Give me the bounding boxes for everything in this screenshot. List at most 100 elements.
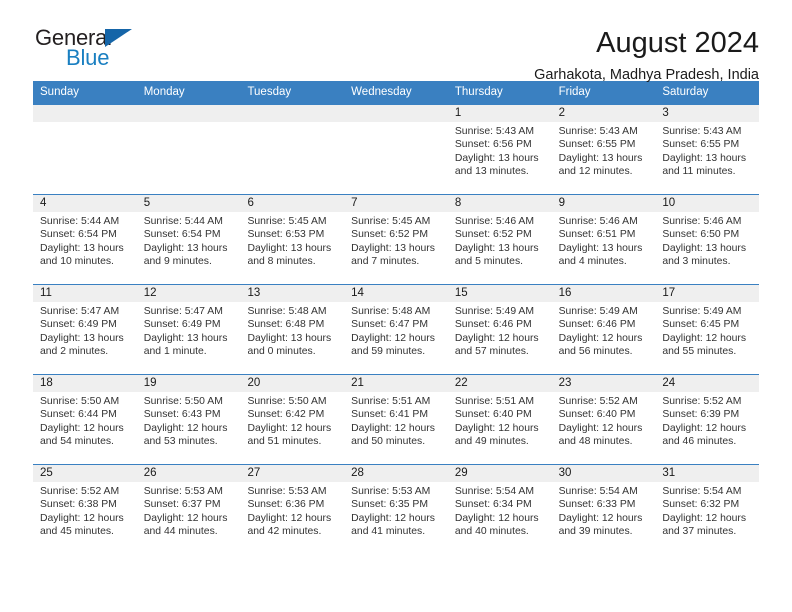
sunset-text: Sunset: 6:32 PM (662, 499, 740, 511)
day-details: Sunrise: 5:53 AM Sunset: 6:36 PM Dayligh… (240, 482, 344, 539)
day-cell[interactable]: 18 Sunrise: 5:50 AM Sunset: 6:44 PM Dayl… (33, 375, 137, 464)
day-cell[interactable] (33, 105, 137, 194)
day-cell[interactable]: 14 Sunrise: 5:48 AM Sunset: 6:47 PM Dayl… (344, 285, 448, 374)
day-cell[interactable] (240, 105, 345, 194)
daylight-text-line2: and 59 minutes. (351, 346, 426, 358)
day-number: 30 (551, 465, 656, 482)
daylight-text-line2: and 13 minutes. (454, 166, 529, 178)
daylight-text-line1: Daylight: 13 hours (662, 152, 747, 164)
day-cell[interactable] (136, 105, 241, 194)
day-cell[interactable]: 16 Sunrise: 5:49 AM Sunset: 6:46 PM Dayl… (551, 285, 656, 374)
sunrise-text: Sunrise: 5:45 AM (247, 216, 327, 227)
day-details: Sunrise: 5:53 AM Sunset: 6:37 PM Dayligh… (137, 482, 241, 539)
day-cell[interactable]: 24 Sunrise: 5:52 AM Sunset: 6:39 PM Dayl… (655, 375, 760, 464)
calendar-page: General Blue August 2024 Garhakota, Madh… (0, 0, 792, 612)
day-cell[interactable]: 19 Sunrise: 5:50 AM Sunset: 6:43 PM Dayl… (136, 375, 241, 464)
sunset-text: Sunset: 6:42 PM (247, 409, 325, 421)
daylight-text-line2: and 51 minutes. (247, 436, 322, 448)
daylight-text-line2: and 3 minutes. (662, 256, 731, 268)
sunset-text: Sunset: 6:41 PM (351, 409, 428, 421)
day-details: Sunrise: 5:54 AM Sunset: 6:32 PM Dayligh… (655, 482, 759, 539)
day-cell[interactable]: 12 Sunrise: 5:47 AM Sunset: 6:49 PM Dayl… (136, 285, 241, 374)
sunset-text: Sunset: 6:35 PM (351, 499, 428, 511)
sunset-text: Sunset: 6:33 PM (558, 499, 636, 511)
day-cell[interactable]: 9 Sunrise: 5:46 AM Sunset: 6:51 PM Dayli… (551, 195, 656, 284)
sunset-text: Sunset: 6:48 PM (247, 319, 325, 331)
day-number (240, 105, 345, 122)
day-cell[interactable]: 27 Sunrise: 5:53 AM Sunset: 6:36 PM Dayl… (240, 465, 345, 554)
day-cell[interactable]: 1 Sunrise: 5:43 AM Sunset: 6:56 PM Dayli… (447, 105, 552, 194)
day-number: 14 (344, 285, 448, 302)
day-details: Sunrise: 5:45 AM Sunset: 6:53 PM Dayligh… (240, 212, 344, 269)
day-cell[interactable]: 21 Sunrise: 5:51 AM Sunset: 6:41 PM Dayl… (344, 375, 448, 464)
day-cell[interactable]: 8 Sunrise: 5:46 AM Sunset: 6:52 PM Dayli… (447, 195, 552, 284)
day-cell[interactable]: 2 Sunrise: 5:43 AM Sunset: 6:55 PM Dayli… (551, 105, 656, 194)
day-cell[interactable]: 3 Sunrise: 5:43 AM Sunset: 6:55 PM Dayli… (655, 105, 760, 194)
daylight-text-line2: and 54 minutes. (40, 436, 114, 448)
sunrise-text: Sunrise: 5:54 AM (558, 486, 638, 497)
brand-triangle-icon (105, 29, 132, 47)
daylight-text-line1: Daylight: 12 hours (558, 422, 643, 434)
sunrise-text: Sunrise: 5:48 AM (351, 306, 431, 317)
day-number: 6 (240, 195, 345, 212)
weekday-header-thursday: Thursday (454, 86, 503, 98)
sunset-text: Sunset: 6:34 PM (454, 499, 532, 511)
sunrise-text: Sunrise: 5:49 AM (662, 306, 742, 317)
day-number: 24 (655, 375, 760, 392)
daylight-text-line2: and 40 minutes. (454, 526, 529, 538)
daylight-text-line2: and 7 minutes. (351, 256, 420, 268)
daylight-text-line1: Daylight: 13 hours (247, 242, 332, 254)
day-cell[interactable]: 10 Sunrise: 5:46 AM Sunset: 6:50 PM Dayl… (655, 195, 760, 284)
day-cell[interactable]: 13 Sunrise: 5:48 AM Sunset: 6:48 PM Dayl… (240, 285, 345, 374)
day-cell[interactable]: 22 Sunrise: 5:51 AM Sunset: 6:40 PM Dayl… (447, 375, 552, 464)
weekday-header-sunday: Sunday (40, 86, 80, 98)
sunrise-text: Sunrise: 5:51 AM (454, 396, 535, 407)
day-cell[interactable]: 26 Sunrise: 5:53 AM Sunset: 6:37 PM Dayl… (136, 465, 241, 554)
daylight-text-line2: and 39 minutes. (558, 526, 633, 538)
day-details: Sunrise: 5:46 AM Sunset: 6:52 PM Dayligh… (448, 212, 552, 269)
day-cell[interactable]: 4 Sunrise: 5:44 AM Sunset: 6:54 PM Dayli… (33, 195, 137, 284)
day-cell[interactable]: 11 Sunrise: 5:47 AM Sunset: 6:49 PM Dayl… (33, 285, 137, 374)
day-cell[interactable] (344, 105, 448, 194)
day-details (344, 122, 448, 125)
day-cell[interactable]: 20 Sunrise: 5:50 AM Sunset: 6:42 PM Dayl… (240, 375, 345, 464)
daylight-text-line2: and 11 minutes. (662, 166, 736, 178)
day-cell[interactable]: 17 Sunrise: 5:49 AM Sunset: 6:45 PM Dayl… (655, 285, 760, 374)
daylight-text-line1: Daylight: 13 hours (454, 242, 539, 254)
daylight-text-line2: and 53 minutes. (143, 436, 218, 448)
day-cell[interactable]: 23 Sunrise: 5:52 AM Sunset: 6:40 PM Dayl… (551, 375, 656, 464)
day-number: 31 (655, 465, 760, 482)
day-number: 8 (447, 195, 552, 212)
daylight-text-line1: Daylight: 12 hours (40, 512, 124, 524)
daylight-text-line1: Daylight: 12 hours (454, 512, 539, 524)
day-details: Sunrise: 5:47 AM Sunset: 6:49 PM Dayligh… (137, 302, 241, 359)
day-cell[interactable]: 25 Sunrise: 5:52 AM Sunset: 6:38 PM Dayl… (33, 465, 137, 554)
day-details: Sunrise: 5:52 AM Sunset: 6:40 PM Dayligh… (552, 392, 656, 449)
daylight-text-line1: Daylight: 12 hours (558, 332, 643, 344)
sunrise-text: Sunrise: 5:44 AM (40, 216, 120, 227)
title-block: August 2024 Garhakota, Madhya Pradesh, I… (534, 26, 759, 85)
sunset-text: Sunset: 6:54 PM (143, 229, 221, 241)
day-cell[interactable]: 31 Sunrise: 5:54 AM Sunset: 6:32 PM Dayl… (655, 465, 760, 554)
day-details: Sunrise: 5:43 AM Sunset: 6:56 PM Dayligh… (448, 122, 552, 179)
brand-logo-blue-text: Blue (66, 45, 110, 70)
daylight-text-line1: Daylight: 12 hours (558, 512, 643, 524)
day-cell[interactable]: 7 Sunrise: 5:45 AM Sunset: 6:52 PM Dayli… (344, 195, 448, 284)
day-cell[interactable]: 29 Sunrise: 5:54 AM Sunset: 6:34 PM Dayl… (447, 465, 552, 554)
brand-logo[interactable]: General Blue (33, 26, 145, 72)
day-cell[interactable]: 15 Sunrise: 5:49 AM Sunset: 6:46 PM Dayl… (447, 285, 552, 374)
day-cell[interactable]: 6 Sunrise: 5:45 AM Sunset: 6:53 PM Dayli… (240, 195, 345, 284)
day-number (344, 105, 448, 122)
day-number: 2 (551, 105, 656, 122)
day-details (240, 122, 344, 125)
day-number: 18 (33, 375, 137, 392)
sunrise-text: Sunrise: 5:44 AM (143, 216, 223, 227)
daylight-text-line1: Daylight: 13 hours (143, 242, 228, 254)
day-cell[interactable]: 28 Sunrise: 5:53 AM Sunset: 6:35 PM Dayl… (344, 465, 448, 554)
day-details: Sunrise: 5:52 AM Sunset: 6:39 PM Dayligh… (655, 392, 759, 449)
sunset-text: Sunset: 6:43 PM (143, 409, 221, 421)
day-cell[interactable]: 5 Sunrise: 5:44 AM Sunset: 6:54 PM Dayli… (136, 195, 241, 284)
day-cell[interactable]: 30 Sunrise: 5:54 AM Sunset: 6:33 PM Dayl… (551, 465, 656, 554)
daylight-text-line2: and 41 minutes. (351, 526, 426, 538)
daylight-text-line2: and 5 minutes. (454, 256, 524, 268)
